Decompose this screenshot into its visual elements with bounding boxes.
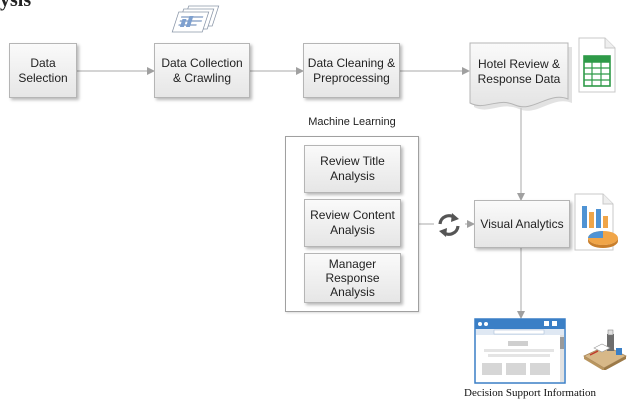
ml-item-review-content: Review Content Analysis — [304, 199, 401, 247]
desk-tools-icon — [583, 329, 627, 370]
refresh-cycle-icon — [438, 213, 460, 237]
data-cleaning-box: Data Cleaning & Preprocessing — [303, 43, 400, 98]
data-collection-box: Data Collection & Crawling — [154, 43, 250, 98]
documents-stack-icon — [171, 5, 220, 33]
machine-learning-title: Machine Learning — [308, 116, 396, 128]
spreadsheet-icon — [578, 37, 616, 93]
ml-item-manager-response: Manager Response Analysis — [304, 253, 401, 303]
visual-analytics-box: Visual Analytics — [474, 200, 570, 248]
bar-chart-pie-icon — [574, 193, 618, 251]
hotel-data-label: Hotel Review & Response Data — [477, 57, 561, 86]
data-selection-box: Data Selection — [9, 43, 77, 98]
ml-item-review-title: Review Title Analysis — [304, 145, 401, 193]
browser-window-icon — [474, 318, 566, 384]
decision-support-caption: Decision Support Information — [464, 387, 596, 399]
